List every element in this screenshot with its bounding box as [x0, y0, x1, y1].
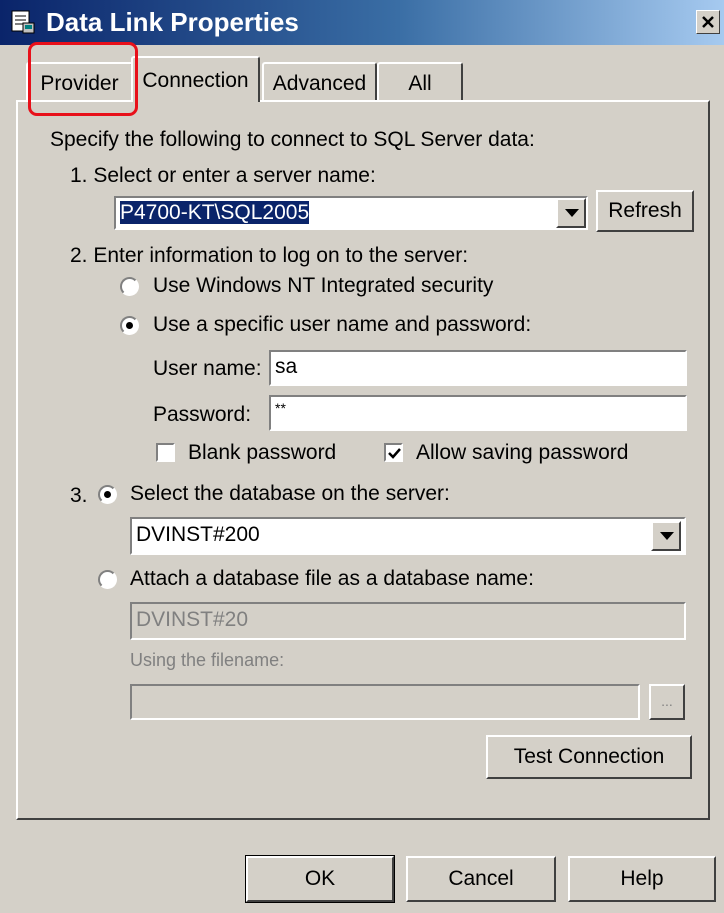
password-input[interactable]: **	[269, 395, 687, 431]
step1-label: 1. Select or enter a server name:	[70, 164, 376, 188]
step1-number: 1.	[70, 164, 88, 187]
database-select[interactable]: DVINST#200	[130, 517, 686, 555]
blank-password-checkbox[interactable]	[156, 443, 175, 462]
help-button[interactable]: Help	[568, 856, 716, 902]
close-icon[interactable]	[696, 10, 720, 34]
title-bar: Data Link Properties	[0, 0, 724, 45]
radio-attach-database[interactable]	[98, 570, 117, 589]
tab-advanced[interactable]: Advanced	[262, 62, 377, 100]
user-name-value: sa	[275, 355, 298, 378]
radio-select-database[interactable]	[98, 485, 117, 504]
intro-text: Specify the following to connect to SQL …	[50, 128, 535, 151]
radio-select-database-label: Select the database on the server:	[130, 482, 450, 505]
ok-button-label: OK	[304, 867, 336, 890]
test-connection-button[interactable]: Test Connection	[486, 735, 692, 779]
tab-provider-label: Provider	[40, 72, 119, 95]
tab-connection-label: Connection	[142, 69, 249, 92]
database-value: DVINST#200	[136, 523, 260, 546]
tab-advanced-label: Advanced	[272, 72, 367, 95]
allow-saving-checkbox[interactable]	[384, 443, 403, 462]
browse-button[interactable]: ...	[649, 684, 685, 720]
refresh-button[interactable]: Refresh	[596, 190, 694, 232]
test-connection-label: Test Connection	[513, 745, 665, 768]
radio-nt-security-label: Use Windows NT Integrated security	[153, 274, 494, 297]
password-label: Password:	[153, 403, 252, 426]
window-title: Data Link Properties	[46, 7, 299, 37]
chevron-down-icon	[660, 532, 674, 540]
step1-text: Select or enter a server name:	[93, 164, 376, 187]
filename-field[interactable]	[130, 684, 640, 720]
browse-button-label: ...	[661, 693, 673, 709]
user-name-input[interactable]: sa	[269, 350, 687, 386]
attach-database-name-value: DVINST#20	[136, 608, 249, 631]
tab-all-label: All	[408, 72, 432, 95]
server-name-field[interactable]: P4700-KT\SQL2005	[114, 196, 588, 230]
radio-nt-security[interactable]	[120, 277, 139, 296]
checkmark-icon	[388, 448, 401, 459]
filename-label: Using the filename:	[130, 650, 285, 670]
user-name-label: User name:	[153, 357, 262, 380]
step3-number: 3.	[70, 484, 88, 507]
tab-connection[interactable]: Connection	[131, 56, 260, 102]
server-dropdown-button[interactable]	[556, 198, 586, 228]
ok-button[interactable]: OK	[245, 855, 395, 903]
radio-attach-database-label: Attach a database file as a database nam…	[130, 567, 534, 590]
tab-provider[interactable]: Provider	[26, 62, 133, 100]
radio-specific-user[interactable]	[120, 316, 139, 335]
step2-label: 2. Enter information to log on to the se…	[70, 244, 469, 267]
blank-password-label: Blank password	[188, 441, 337, 464]
cancel-button-label: Cancel	[448, 867, 514, 890]
attach-database-name-field[interactable]: DVINST#20	[130, 602, 686, 640]
help-button-label: Help	[620, 867, 664, 890]
tab-all[interactable]: All	[377, 62, 463, 100]
server-name-value: P4700-KT\SQL2005	[120, 201, 310, 224]
data-link-icon	[10, 9, 36, 35]
chevron-down-icon	[565, 209, 579, 217]
refresh-button-label: Refresh	[608, 199, 682, 222]
cancel-button[interactable]: Cancel	[406, 856, 556, 902]
allow-saving-label: Allow saving password	[416, 441, 629, 464]
database-dropdown-button[interactable]	[651, 521, 681, 551]
radio-specific-user-label: Use a specific user name and password:	[153, 313, 532, 336]
password-value: **	[275, 400, 286, 416]
